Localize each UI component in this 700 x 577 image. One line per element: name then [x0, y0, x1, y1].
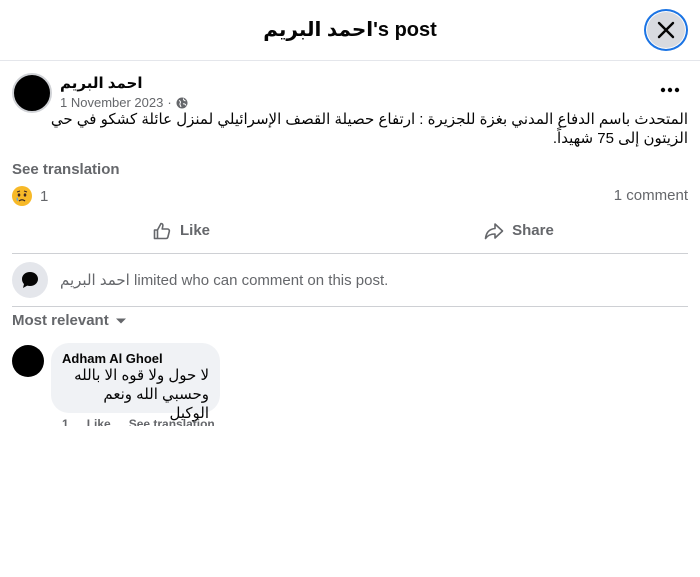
notice-author-name: احمد البريم — [60, 272, 130, 289]
post-author-name[interactable]: احمد البريم — [60, 74, 142, 92]
comment-author-name[interactable]: Adham Al Ghoel — [62, 351, 209, 366]
sad-reaction-icon — [12, 186, 32, 206]
post-action-bar: Like Share — [12, 208, 688, 254]
share-button[interactable]: Share — [350, 208, 688, 253]
globe-icon — [176, 97, 188, 108]
post-meta: 1 November 2023 · — [60, 95, 188, 110]
comment-limited-icon — [22, 272, 38, 288]
comment-timestamp[interactable]: 1 — [62, 417, 69, 426]
comment-limit-notice: احمد البريم limited who can comment on t… — [12, 262, 388, 298]
comment-text-line-1: لا حول ولا قوه الا بالله — [74, 367, 209, 384]
dialog-title: احمد البريم's post — [263, 19, 437, 41]
dialog-header: احمد البريم's post — [0, 0, 700, 61]
see-translation-link[interactable]: See translation — [12, 161, 120, 178]
post-author-avatar[interactable] — [12, 73, 52, 113]
share-label: Share — [512, 222, 554, 239]
close-button[interactable] — [644, 9, 688, 51]
reaction-summary[interactable]: 1 — [12, 186, 48, 206]
comment-sort-dropdown[interactable]: Most relevant — [12, 312, 127, 329]
like-icon — [153, 222, 171, 239]
comment-bubble: Adham Al Ghoel لا حول ولا قوه الا بالله … — [51, 343, 220, 422]
notice-message: limited who can comment on this post. — [129, 272, 389, 289]
comment-see-translation-link[interactable]: See translation — [129, 417, 215, 426]
sort-label: Most relevant — [12, 312, 109, 329]
comment-count[interactable]: 1 comment — [614, 187, 688, 204]
close-icon — [657, 21, 675, 39]
share-icon — [484, 222, 504, 239]
chevron-down-icon — [115, 318, 126, 323]
comment-author-avatar[interactable] — [12, 345, 44, 377]
reaction-count[interactable]: 1 — [40, 188, 48, 205]
comment-limited-icon-wrap — [12, 262, 48, 298]
post-date[interactable]: 1 November 2023 — [60, 95, 163, 110]
comment-actions: 1 Like See translation — [62, 417, 215, 426]
post-options-button[interactable] — [654, 78, 686, 102]
comment-like-button[interactable]: Like — [87, 417, 111, 426]
like-button[interactable]: Like — [12, 208, 350, 253]
divider — [12, 306, 688, 307]
more-icon — [660, 87, 680, 93]
comment-limit-text: احمد البريم limited who can comment on t… — [60, 271, 388, 289]
post-text: المتحدث باسم الدفاع المدني بغزة للجزيرة … — [50, 111, 688, 147]
like-label: Like — [179, 222, 210, 239]
meta-separator: · — [167, 95, 172, 110]
